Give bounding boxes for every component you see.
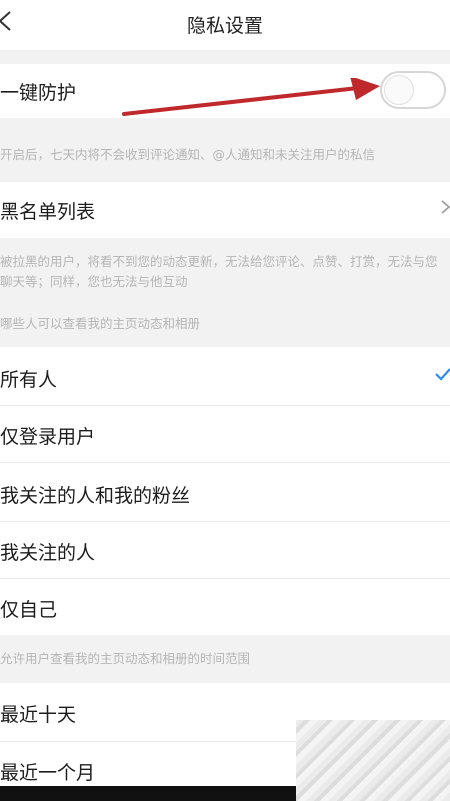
protection-note: 开启后，七天内将不会收到评论通知、@人通知和未关注用户的私信 xyxy=(0,147,376,162)
blacklist-label: 黑名单列表 xyxy=(0,201,96,223)
annotation-arrow-icon xyxy=(122,78,380,116)
visibility-option[interactable]: 仅登录用户 xyxy=(0,406,450,462)
chevron-right-icon xyxy=(441,200,450,214)
protection-toggle[interactable] xyxy=(380,71,446,109)
range-option-label: 最近十天 xyxy=(0,704,77,726)
visibility-option-label: 所有人 xyxy=(0,369,58,391)
range-section-title: 允许用户查看我的主页动态和相册的时间范围 xyxy=(0,651,251,666)
visibility-option-label: 我关注的人 xyxy=(0,542,96,564)
blacklist-row[interactable]: 黑名单列表 xyxy=(0,182,450,238)
watermark-blur xyxy=(296,720,450,801)
visibility-option[interactable]: 我关注的人和我的粉丝 xyxy=(0,463,450,521)
visibility-option-label: 我关注的人和我的粉丝 xyxy=(0,485,191,507)
bottom-edge xyxy=(0,786,296,801)
protection-label: 一键防护 xyxy=(0,82,77,104)
checkmark-icon xyxy=(435,368,450,381)
toggle-knob xyxy=(384,75,414,105)
range-option-label: 最近一个月 xyxy=(0,762,96,784)
visibility-section-title: 哪些人可以查看我的主页动态和相册 xyxy=(0,316,201,331)
visibility-option[interactable]: 仅自己 xyxy=(0,579,450,635)
visibility-option-label: 仅自己 xyxy=(0,599,58,621)
blacklist-note: 被拉黑的用户，将看不到您的动态更新，无法给您评论、点赞、打赏，无法与您聊天等；同… xyxy=(0,254,438,289)
visibility-option-label: 仅登录用户 xyxy=(0,426,96,448)
visibility-option[interactable]: 我关注的人 xyxy=(0,522,450,578)
page-title: 隐私设置 xyxy=(186,15,263,37)
visibility-option[interactable]: 所有人 xyxy=(0,347,450,405)
top-bar: 隐私设置 xyxy=(0,0,450,50)
